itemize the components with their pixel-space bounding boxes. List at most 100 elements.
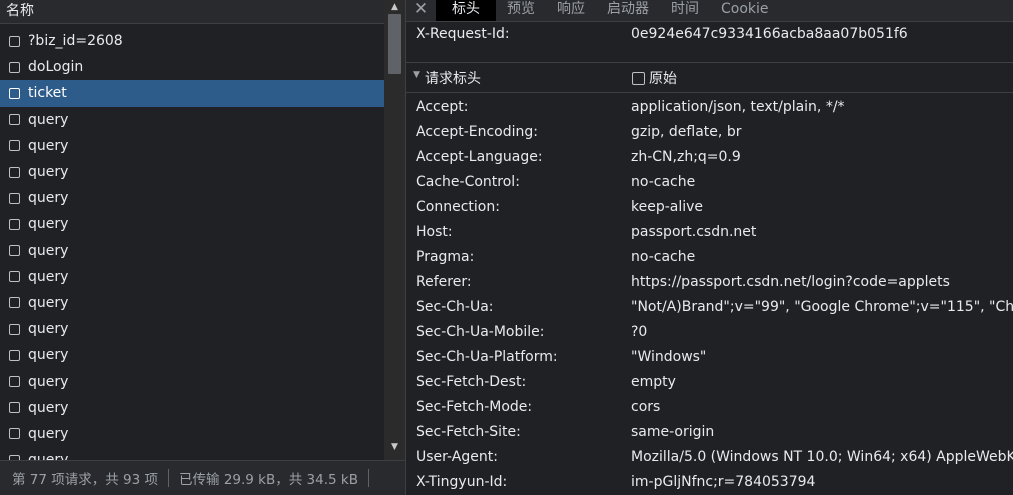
request-row[interactable]: query (0, 185, 384, 211)
header-key: Pragma: (416, 249, 475, 265)
checkbox-icon[interactable] (9, 218, 20, 230)
request-row[interactable]: query (0, 447, 384, 460)
checkbox-icon[interactable] (9, 349, 20, 361)
request-row[interactable]: query (0, 238, 384, 264)
checkbox-icon[interactable] (9, 140, 20, 152)
header-value: 0e924e647c9334166acba8aa07b051f6 (631, 26, 908, 42)
scrollbar-thumb[interactable] (388, 14, 401, 74)
close-icon[interactable]: ✕ (406, 0, 436, 21)
status-divider (168, 469, 170, 487)
header-value: "Not/A)Brand";v="99", "Google Chrome";v=… (631, 299, 1013, 315)
tab-3[interactable]: 启动器 (596, 0, 660, 21)
request-name: doLogin (28, 59, 84, 76)
request-row[interactable]: query (0, 316, 384, 342)
request-detail-panel: ✕ 标头 预览 响应 启动器 时间 Cookie X-Request-Id: 0e924e… (405, 0, 1013, 495)
request-name: query (28, 242, 69, 259)
request-row[interactable]: query (0, 290, 384, 316)
header-value: "Windows" (631, 349, 707, 365)
request-name: query (28, 111, 69, 128)
checkbox-icon[interactable] (9, 271, 20, 283)
checkbox-icon[interactable] (9, 114, 20, 126)
header-value: application/json, text/plain, */* (631, 99, 845, 115)
request-name: ticket (28, 85, 67, 102)
header-row: Sec-Ch-Ua-Mobile: ?0 (406, 320, 1013, 345)
header-value: empty (631, 374, 676, 390)
request-name: query (28, 347, 69, 364)
network-status-bar: 第 77 项请求，共 93 项 已传输 29.9 kB，共 34.5 kB (0, 460, 405, 495)
checkbox-icon[interactable] (9, 323, 20, 335)
header-value: same-origin (631, 424, 715, 440)
arrow-up-icon[interactable]: ▲ (384, 0, 405, 14)
tab-4[interactable]: 时间 (660, 0, 710, 21)
headers-view: X-Request-Id: 0e924e647c9334166acba8aa07… (406, 22, 1013, 495)
checkbox-icon[interactable] (9, 245, 20, 257)
header-value: zh-CN,zh;q=0.9 (631, 149, 741, 165)
checkbox-icon[interactable] (9, 166, 20, 178)
request-row[interactable]: query (0, 395, 384, 421)
header-row: Sec-Fetch-Site: same-origin (406, 420, 1013, 445)
request-name: query (28, 294, 69, 311)
request-row[interactable]: ticket (0, 80, 384, 107)
header-key: Accept: (416, 99, 469, 115)
triangle-down-icon[interactable]: ▼ (413, 70, 420, 80)
request-row[interactable]: query (0, 421, 384, 447)
header-key: X-Tingyun-Id: (416, 474, 508, 490)
checkbox-icon[interactable] (9, 428, 20, 440)
header-key: Cache-Control: (416, 174, 520, 190)
request-row[interactable]: query (0, 368, 384, 394)
header-row: Referer: https://passport.csdn.net/login?… (406, 270, 1013, 295)
request-name: query (28, 399, 69, 416)
name-column-header[interactable]: 名称 (0, 0, 384, 24)
checkbox-icon[interactable] (9, 61, 20, 73)
request-row[interactable]: query (0, 107, 384, 133)
header-row: Sec-Fetch-Mode: cors (406, 395, 1013, 420)
request-name: query (28, 425, 69, 442)
request-row[interactable]: query (0, 342, 384, 368)
header-value: passport.csdn.net (631, 224, 757, 240)
request-row[interactable]: query (0, 133, 384, 159)
request-row[interactable]: ?biz_id=2608 (0, 28, 384, 54)
header-key: Accept-Encoding: (416, 124, 539, 140)
section-title[interactable]: 请求标头 (425, 68, 481, 88)
checkbox-icon[interactable] (9, 402, 20, 414)
header-value: Mozilla/5.0 (Windows NT 10.0; Win64; x64… (631, 449, 1013, 465)
header-key: Connection: (416, 199, 500, 215)
tab-1[interactable]: 预览 (496, 0, 546, 21)
request-list-scrollbar[interactable]: ▲ ▼ (384, 0, 405, 460)
detail-tab-bar: ✕ 标头 预览 响应 启动器 时间 Cookie (406, 0, 1013, 22)
raw-toggle[interactable]: 原始 (632, 68, 677, 88)
request-name: query (28, 137, 69, 154)
header-value: no-cache (631, 174, 696, 190)
request-count: 第 77 项请求，共 93 项 (12, 472, 159, 488)
checkbox-icon[interactable] (9, 192, 20, 204)
header-row: Connection: keep-alive (406, 195, 1013, 220)
header-row: Sec-Fetch-Dest: empty (406, 370, 1013, 395)
request-row[interactable]: query (0, 211, 384, 237)
tab-2[interactable]: 响应 (546, 0, 596, 21)
request-row[interactable]: doLogin (0, 54, 384, 80)
checkbox-icon[interactable] (9, 35, 20, 47)
request-headers-section[interactable]: ▼ 请求标头 原始 (406, 62, 1013, 93)
header-key: Accept-Language: (416, 149, 543, 165)
checkbox-icon[interactable] (632, 71, 645, 85)
checkbox-icon[interactable] (9, 376, 20, 388)
header-key: Host: (416, 224, 453, 240)
arrow-down-icon[interactable]: ▼ (384, 440, 405, 454)
header-key: Sec-Fetch-Mode: (416, 399, 533, 415)
request-name: query (28, 268, 69, 285)
request-row[interactable]: query (0, 159, 384, 185)
header-value: cors (631, 399, 661, 415)
header-key: Sec-Fetch-Site: (416, 424, 521, 440)
header-key: User-Agent: (416, 449, 498, 465)
transfer-size: 已传输 29.9 kB，共 34.5 kB (179, 472, 358, 488)
checkbox-icon[interactable] (9, 87, 20, 99)
header-row: Accept-Language: zh-CN,zh;q=0.9 (406, 145, 1013, 170)
checkbox-icon[interactable] (9, 297, 20, 309)
header-row: Cache-Control: no-cache (406, 170, 1013, 195)
raw-label[interactable]: 原始 (649, 68, 677, 88)
tab-5[interactable]: Cookie (710, 0, 780, 21)
request-name: query (28, 190, 69, 207)
tab-0[interactable]: 标头 (436, 0, 496, 21)
request-row[interactable]: query (0, 264, 384, 290)
header-value: https://passport.csdn.net/login?code=app… (631, 274, 950, 290)
